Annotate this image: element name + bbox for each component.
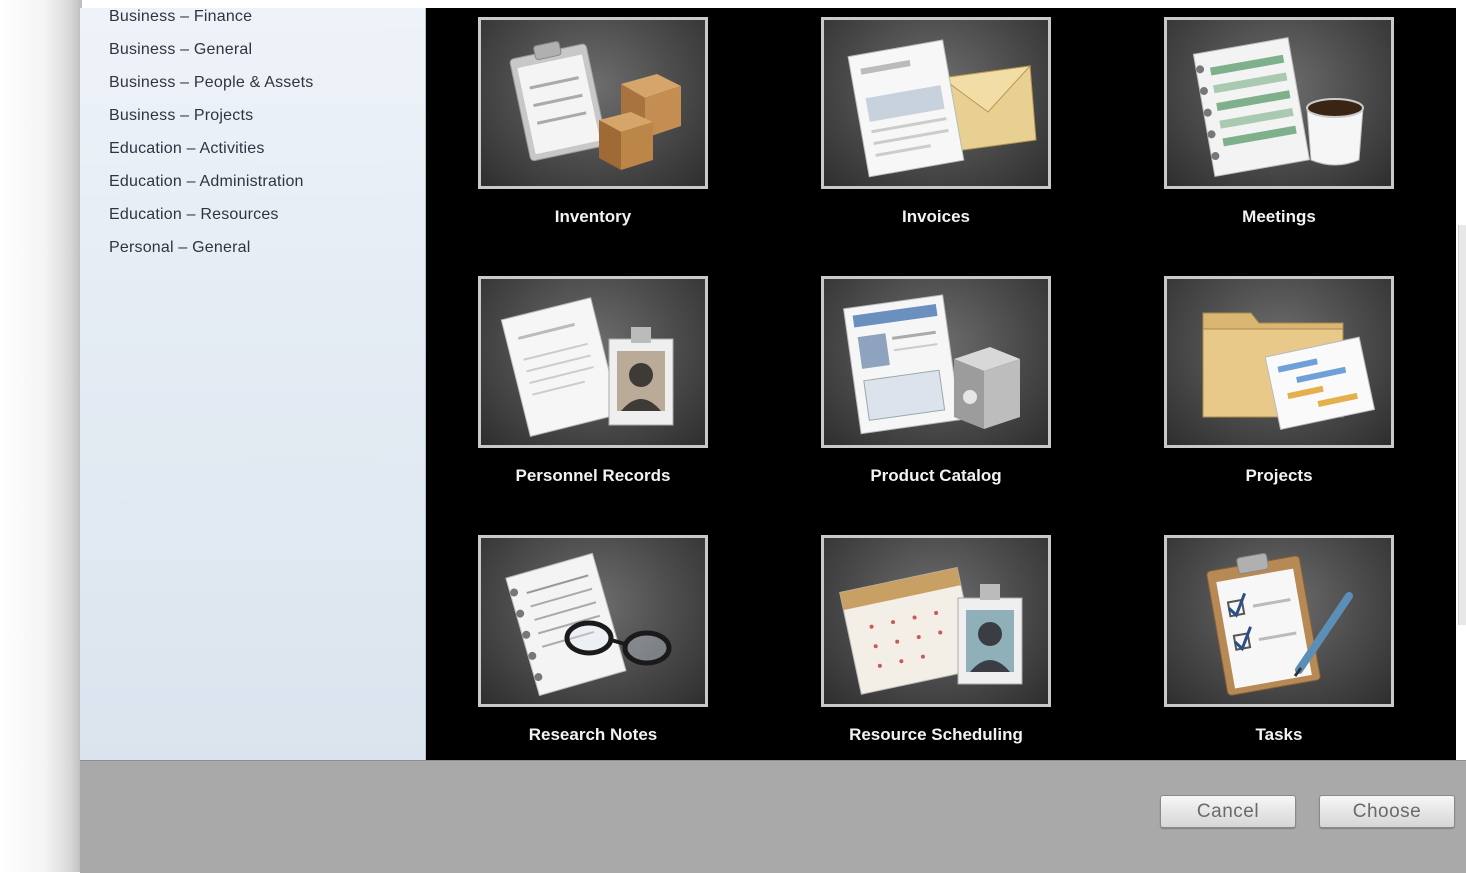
template-tile-research-notes[interactable]: Research Notes — [478, 535, 708, 745]
category-item[interactable]: Business – General — [109, 39, 313, 72]
template-thumbnail[interactable] — [1164, 276, 1394, 448]
template-label: Projects — [1245, 466, 1313, 485]
clipboard-boxes-icon — [509, 41, 681, 170]
choose-button[interactable]: Choose — [1319, 795, 1455, 828]
template-tile-projects[interactable]: Projects — [1164, 276, 1394, 486]
template-thumbnail[interactable] — [1164, 535, 1394, 707]
template-tile-inventory[interactable]: Inventory — [478, 17, 708, 227]
template-thumbnail[interactable] — [821, 276, 1051, 448]
template-tile-meetings[interactable]: Meetings — [1164, 17, 1394, 227]
category-item[interactable]: Education – Administration — [109, 171, 313, 204]
template-thumbnail[interactable] — [821, 17, 1051, 189]
template-label: Invoices — [901, 207, 971, 226]
window-shadow — [0, 0, 82, 872]
catalog-box-icon — [843, 294, 1020, 435]
category-item[interactable]: Personal – General — [109, 237, 313, 270]
category-item[interactable]: Business – People & Assets — [109, 72, 313, 105]
template-thumbnail[interactable] — [478, 276, 708, 448]
category-sidebar[interactable]: Business – Finance Business – General Bu… — [80, 8, 426, 760]
template-thumbnail[interactable] — [478, 17, 708, 189]
template-tile-product-catalog[interactable]: Product Catalog — [821, 276, 1051, 486]
category-list: Business – Finance Business – General Bu… — [109, 6, 313, 270]
template-label: Meetings — [1242, 207, 1316, 226]
template-tile-tasks[interactable]: Tasks — [1164, 535, 1394, 745]
template-label: Inventory — [554, 207, 632, 226]
template-tile-resource-scheduling[interactable]: Resource Scheduling — [821, 535, 1051, 745]
template-thumbnail[interactable] — [478, 535, 708, 707]
cancel-button[interactable]: Cancel — [1160, 795, 1296, 828]
template-label: Product Catalog — [870, 466, 1002, 485]
template-label: Personnel Records — [515, 466, 671, 485]
notebook-coffee-icon — [1192, 37, 1364, 177]
notebook-glasses-icon — [505, 552, 672, 697]
category-item[interactable]: Education – Activities — [109, 138, 313, 171]
template-tile-personnel-records[interactable]: Personnel Records — [478, 276, 708, 486]
scrollbar[interactable] — [1458, 225, 1466, 625]
template-label: Resource Scheduling — [849, 725, 1023, 744]
template-label: Tasks — [1255, 725, 1303, 744]
dialog-footer: Cancel Choose — [80, 760, 1466, 873]
document-id-badge-icon — [500, 297, 674, 438]
folder-chart-icon — [1202, 312, 1376, 431]
template-tile-invoices[interactable]: Invoices — [821, 17, 1051, 227]
category-item[interactable]: Education – Resources — [109, 204, 313, 237]
template-thumbnail[interactable] — [821, 535, 1051, 707]
category-item[interactable]: Business – Projects — [109, 105, 313, 138]
calendar-badge-icon — [839, 566, 1023, 695]
clipboard-checklist-pen-icon — [1206, 553, 1353, 696]
category-item[interactable]: Business – Finance — [109, 6, 313, 39]
template-thumbnail[interactable] — [1164, 17, 1394, 189]
template-gallery: Inventory Invoices Meetings Personnel Re… — [426, 8, 1456, 760]
template-label: Research Notes — [528, 725, 658, 744]
invoice-envelope-icon — [847, 39, 1037, 178]
